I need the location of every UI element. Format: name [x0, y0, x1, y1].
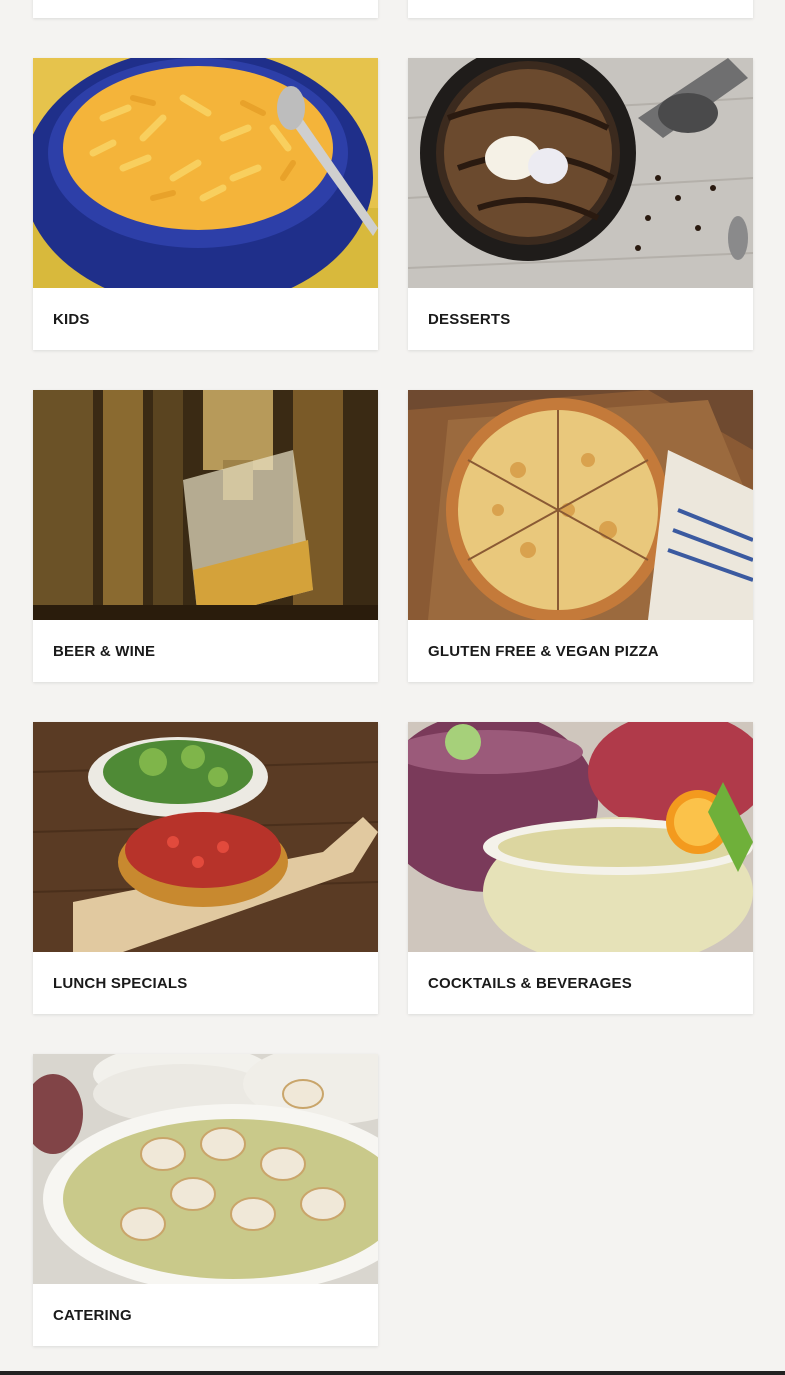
deep-dish-salad-photo — [33, 722, 378, 952]
menu-card-label: CATERING — [53, 1306, 132, 1324]
menu-card-desserts[interactable]: DESSERTS — [408, 58, 753, 350]
skillet-cookie-photo — [408, 58, 753, 288]
beer-tap-photo — [33, 390, 378, 620]
menu-card-label: LUNCH SPECIALS — [53, 974, 188, 992]
mac-and-cheese-photo — [33, 58, 378, 288]
menu-card-lunch-specials[interactable]: LUNCH SPECIALS — [33, 722, 378, 1014]
menu-card-label: BEER & WINE — [53, 642, 156, 660]
cheese-pizza-photo — [408, 390, 753, 620]
menu-card-label: DESSERTS — [428, 310, 511, 328]
menu-card-partial-right[interactable] — [408, 0, 753, 18]
footer-edge — [0, 1371, 785, 1375]
menu-card-label: COCKTAILS & BEVERAGES — [428, 974, 632, 992]
catering-pasta-photo — [33, 1054, 378, 1284]
menu-card-partial-left[interactable] — [33, 0, 378, 18]
menu-card-beer-wine[interactable]: BEER & WINE — [33, 390, 378, 682]
menu-card-kids[interactable]: KIDS — [33, 58, 378, 350]
menu-card-label: GLUTEN FREE & VEGAN PIZZA — [428, 642, 659, 660]
menu-card-cocktails-beverages[interactable]: COCKTAILS & BEVERAGES — [408, 722, 753, 1014]
menu-card-catering[interactable]: CATERING — [33, 1054, 378, 1346]
menu-card-gluten-free-vegan-pizza[interactable]: GLUTEN FREE & VEGAN PIZZA — [408, 390, 753, 682]
menu-category-grid: KIDS DESSERTS BEER & WINE GLUTEN FREE & … — [33, 0, 753, 1346]
menu-card-label: KIDS — [53, 310, 90, 328]
margarita-photo — [408, 722, 753, 952]
